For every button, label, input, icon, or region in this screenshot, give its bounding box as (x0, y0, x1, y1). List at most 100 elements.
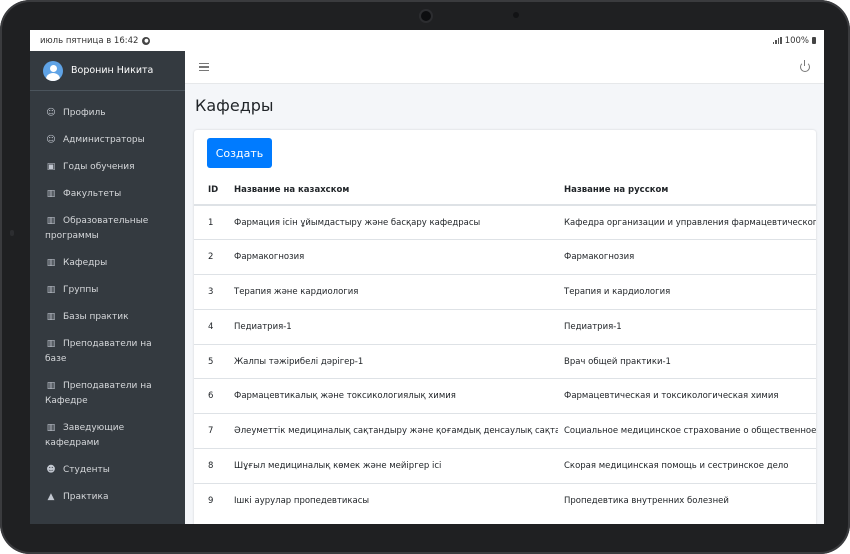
sidebar-item[interactable]: ▣ Годы обучения (30, 154, 185, 181)
table-cell: Фармакогнозия (228, 239, 558, 275)
calendar-icon: ▣ (46, 162, 56, 172)
hamburger-menu-icon[interactable] (199, 63, 209, 71)
sidebar-item-label: Образовательные программы (45, 216, 149, 241)
table-cell: 5 (194, 343, 228, 379)
table-cell: 7 (194, 413, 228, 449)
sidebar-item[interactable]: ▥ Заведующие кафедрами (30, 415, 185, 457)
users-icon: ☻ (46, 465, 56, 475)
table-cell: 3 (194, 274, 228, 310)
table-row[interactable]: 9 Ішкі аурулар пропедевтикасы Пропедевтика… (194, 482, 816, 519)
user-icon: ☺ (46, 135, 56, 145)
departments-card: Создать ID Название на казахском Название … (194, 130, 816, 524)
sidebar-item[interactable]: ▥ Образовательные программы (30, 208, 185, 250)
table-cell: Шұғыл медициналық көмек және мейіргер іс… (228, 448, 558, 484)
side-button (10, 230, 14, 236)
sidebar-item[interactable]: ▥ Факультеты (30, 181, 185, 208)
sidebar-item[interactable]: ☻ Студенты (30, 457, 185, 484)
building-icon: ▥ (46, 216, 56, 226)
avatar (43, 60, 63, 81)
table-row[interactable]: 6 Фармацевтикалық және токсикологиялық хи… (194, 378, 816, 414)
table-cell: Фармакогнозия (558, 239, 816, 275)
table-cell: 8 (194, 448, 228, 484)
camera (421, 11, 431, 21)
sidebar-item-label: Преподаватели на Кафедре (45, 381, 152, 406)
building-icon: ▥ (46, 189, 56, 199)
building-icon: ▥ (46, 423, 56, 433)
status-time: июль пятница в 16:42 (40, 35, 139, 46)
sidebar-item[interactable]: ☺ Профиль (30, 100, 185, 127)
building-icon: ▥ (46, 381, 56, 391)
table-cell: 1 (194, 204, 228, 240)
page-title: Кафедры (195, 96, 274, 115)
table-cell: Педиатрия-1 (558, 308, 816, 345)
table-row[interactable]: 3 Терапия және кардиология Терапия и карди… (194, 274, 816, 310)
user-panel[interactable]: Воронин Никита (30, 51, 185, 91)
top-navbar (185, 51, 824, 84)
table-cell: 4 (194, 308, 228, 345)
sidebar: Воронин Никита ☺ Профиль ☺ Администраторы ▣ Г… (30, 51, 185, 524)
sidebar-item[interactable]: ▥ Преподаватели на базе (30, 331, 185, 373)
notification-icon: ● (142, 36, 151, 45)
table-cell: Фармацевтикалық және токсикологиялық хим… (228, 378, 558, 414)
status-bar: июль пятница в 16:42 ● 100% (30, 30, 824, 51)
user-icon: ☺ (46, 108, 56, 118)
building-icon: ▥ (46, 258, 56, 268)
main-content: Кафедры Создать ID Название на казахском Н… (185, 51, 824, 524)
sidebar-item-label: Практика (63, 492, 109, 502)
table-row[interactable]: 7 Әлеуметтік медициналық сақтандыру және … (194, 413, 816, 449)
table-cell: Әлеуметтік медициналық сақтандыру және қ… (228, 413, 558, 449)
sidebar-item-label: Кафедры (63, 258, 108, 268)
sidebar-item-label: Факультеты (63, 189, 122, 199)
table-cell: Социальное медицинское страхование о общ… (558, 413, 816, 449)
table-cell: Скорая медицинская помощь и сестринское … (558, 448, 816, 484)
sidebar-item-label: Профиль (63, 108, 106, 118)
user-name: Воронин Никита (71, 65, 154, 76)
sidebar-item-label: Годы обучения (63, 162, 135, 172)
sensor (513, 12, 519, 18)
sidebar-item-label: Студенты (63, 465, 110, 475)
battery-text: 100% (784, 35, 809, 46)
departments-table: ID Название на казахском Название на русск… (194, 176, 816, 519)
table-row[interactable]: 5 Жалпы тәжірибелі дәрігер-1 Врач общей пр… (194, 343, 816, 379)
table-cell: Терапия және кардиология (228, 274, 558, 310)
table-cell: Кафедра организации и управления фармаце… (558, 204, 816, 240)
table-cell: 2 (194, 239, 228, 275)
table-row[interactable]: 8 Шұғыл медициналық көмек және мейіргер і… (194, 448, 816, 484)
table-cell: 9 (194, 482, 228, 519)
column-header: Название на казахском (228, 176, 558, 206)
create-button[interactable]: Создать (207, 138, 272, 168)
sidebar-item[interactable]: ▥ Преподаватели на Кафедре (30, 373, 185, 415)
power-icon[interactable] (800, 60, 810, 72)
sidebar-item[interactable]: ▥ Базы практик (30, 304, 185, 331)
sidebar-item[interactable]: ☺ Администраторы (30, 127, 185, 154)
sidebar-nav: ☺ Профиль ☺ Администраторы ▣ Годы обучения ▥ Фа… (30, 91, 185, 511)
table-cell: Ішкі аурулар пропедевтикасы (228, 482, 558, 519)
table-header-row: ID Название на казахском Название на русск… (194, 176, 816, 206)
table-cell: Врач общей практики-1 (558, 343, 816, 379)
battery-icon (812, 37, 816, 44)
column-header: Название на русском (558, 176, 816, 206)
building-icon: ▥ (46, 312, 56, 322)
table-row[interactable]: 1 Фармация ісін ұйымдастыру және басқару … (194, 204, 816, 240)
sidebar-item[interactable]: ▲ Практика (30, 484, 185, 511)
table-cell: 6 (194, 378, 228, 414)
building-icon: ▥ (46, 285, 56, 295)
table-cell: Пропедевтика внутренних болезней (558, 482, 816, 519)
table-row[interactable]: 4 Педиатрия-1 Педиатрия-1 (194, 308, 816, 345)
table-cell: Жалпы тәжірибелі дәрігер-1 (228, 343, 558, 379)
table-cell: Фармация ісін ұйымдастыру және басқару к… (228, 204, 558, 240)
table-body: 1 Фармация ісін ұйымдастыру және басқару … (194, 204, 816, 519)
table-row[interactable]: 2 Фармакогнозия Фармакогнозия (194, 239, 816, 275)
table-cell: Педиатрия-1 (228, 308, 558, 345)
tablet-frame: июль пятница в 16:42 ● 100% Воронин Ники… (0, 0, 850, 554)
graduation-cap-icon: ▲ (47, 492, 55, 502)
column-header: ID (194, 176, 228, 206)
sidebar-item-label: Группы (63, 285, 99, 295)
table-cell: Фармацевтическая и токсикологическая хим… (558, 378, 816, 414)
sidebar-item-label: Администраторы (63, 135, 145, 145)
table-cell: Терапия и кардиология (558, 274, 816, 310)
sidebar-item[interactable]: ▥ Группы (30, 277, 185, 304)
sidebar-item[interactable]: ▥ Кафедры (30, 250, 185, 277)
signal-icon (772, 37, 782, 44)
screen: июль пятница в 16:42 ● 100% Воронин Ники… (30, 30, 824, 524)
